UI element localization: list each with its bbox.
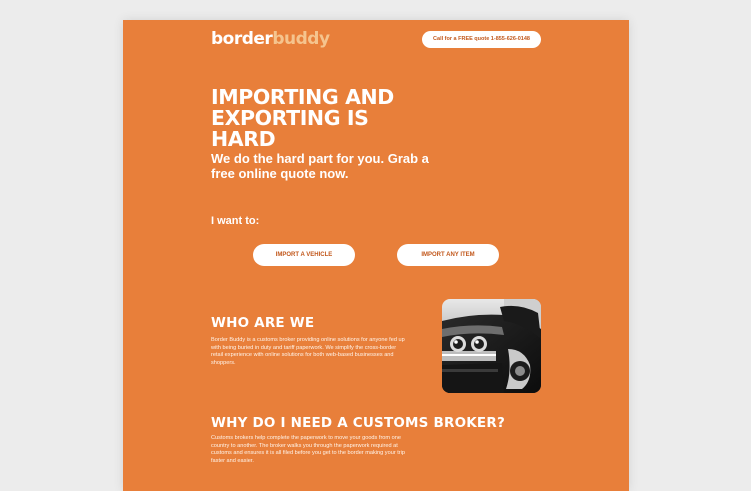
who-are-we-title: WHO ARE WE <box>211 315 315 331</box>
logo-buddy-text: buddy <box>272 29 330 49</box>
border-buddy-logo[interactable]: borderbuddy <box>211 29 330 49</box>
import-vehicle-button[interactable]: IMPORT A VEHICLE <box>253 244 355 266</box>
i-want-to-label: I want to: <box>211 215 260 227</box>
landing-page: borderbuddy Call for a FREE quote 1-855-… <box>123 20 629 491</box>
why-customs-broker-title: WHY DO I NEED A CUSTOMS BROKER? <box>211 415 505 431</box>
import-any-item-button[interactable]: IMPORT ANY ITEM <box>397 244 499 266</box>
logo-border-text: border <box>211 29 273 49</box>
call-quote-button[interactable]: Call for a FREE quote 1-855-626-0148 <box>422 31 541 48</box>
classic-car-photo <box>442 299 541 393</box>
why-customs-broker-text: Customs brokers help complete the paperw… <box>211 435 406 464</box>
hero-subheading: We do the hard part for you. Grab a free… <box>211 151 429 181</box>
who-are-we-text: Border Buddy is a customs broker providi… <box>211 337 405 366</box>
hero-headline: IMPORTING AND EXPORTING IS HARD <box>211 85 394 151</box>
